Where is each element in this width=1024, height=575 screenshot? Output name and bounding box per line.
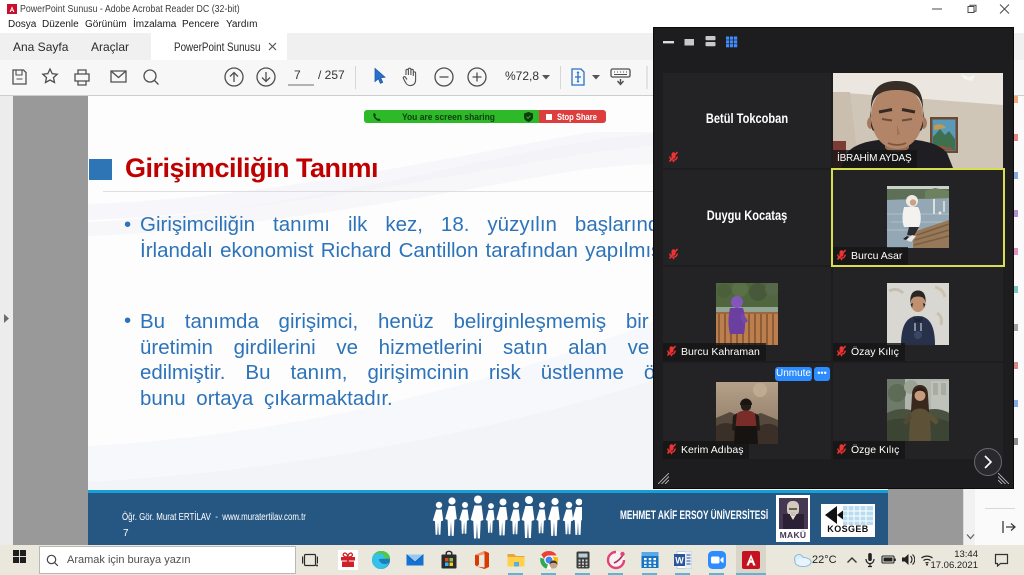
svg-text:W: W — [675, 555, 684, 565]
